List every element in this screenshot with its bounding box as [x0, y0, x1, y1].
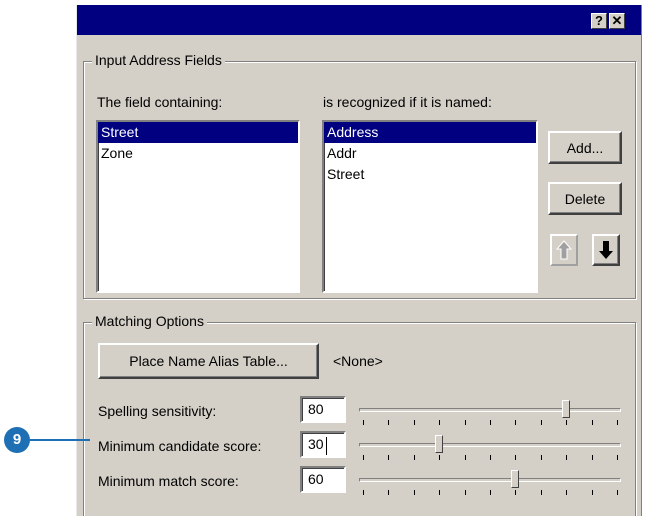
slider-tick [591, 490, 593, 495]
slider-tick [591, 420, 593, 425]
slider-tick [439, 420, 441, 425]
dialog-window: ? ✕ Input Address Fields The field conta… [76, 5, 642, 516]
text-caret [326, 437, 327, 455]
alias-item[interactable]: Addr [324, 143, 536, 164]
add-button[interactable]: Add... [548, 131, 622, 164]
slider-thumb[interactable] [435, 435, 444, 453]
spelling-sensitivity-label: Spelling sensitivity: [98, 403, 217, 419]
slider-track [359, 478, 621, 482]
input-address-fields-group: Input Address Fields The field containin… [83, 52, 636, 299]
slider-track [359, 443, 621, 447]
slider-tick [363, 490, 364, 495]
recognized-as-label: is recognized if it is named: [323, 94, 492, 110]
minimum-candidate-score-label: Minimum candidate score: [98, 438, 262, 454]
slider-thumb[interactable] [562, 400, 571, 418]
slider-tick [540, 490, 542, 495]
slider-tick [464, 420, 466, 425]
alias-table-value: <None> [333, 353, 383, 369]
field-containing-label: The field containing: [97, 94, 223, 110]
minimum-match-score-input[interactable]: 60 [300, 466, 346, 493]
slider-tick [439, 490, 441, 495]
slider-tick [617, 455, 618, 460]
slider-tick [388, 420, 390, 425]
slider-tick [515, 455, 517, 460]
help-button[interactable]: ? [591, 13, 607, 29]
slider-tick [591, 455, 593, 460]
slider-tick [413, 455, 415, 460]
slider-tick [566, 455, 568, 460]
spelling-sensitivity-input[interactable]: 80 [300, 396, 346, 423]
place-name-alias-table-button[interactable]: Place Name Alias Table... [98, 343, 319, 379]
slider-tick [363, 455, 364, 460]
slider-tick [490, 455, 491, 460]
minimum-candidate-score-slider[interactable] [359, 433, 621, 463]
up-arrow-icon [556, 240, 572, 260]
slider-tick [439, 455, 441, 460]
minimum-candidate-score-value: 30 [308, 436, 324, 452]
slider-track [359, 408, 621, 412]
slider-tick [363, 420, 364, 425]
slider-tick [490, 420, 491, 425]
slider-tick [617, 490, 618, 495]
down-arrow-icon [599, 241, 613, 259]
callout-leader-line [30, 439, 90, 441]
slider-tick [566, 490, 568, 495]
slider-tick [540, 455, 542, 460]
alias-item[interactable]: Street [324, 164, 536, 185]
slider-tick [617, 420, 618, 425]
alias-item[interactable]: Address [324, 122, 536, 143]
minimum-match-score-slider[interactable] [359, 468, 621, 498]
slider-tick [413, 490, 415, 495]
slider-tick [540, 420, 542, 425]
move-down-button[interactable] [592, 234, 620, 266]
slider-tick [464, 490, 466, 495]
title-bar: ? ✕ [77, 5, 641, 35]
field-item[interactable]: Street [98, 122, 298, 143]
minimum-match-score-label: Minimum match score: [98, 473, 239, 489]
matching-options-legend: Matching Options [92, 313, 207, 329]
slider-tick [515, 420, 517, 425]
spelling-sensitivity-slider[interactable] [359, 398, 621, 428]
slider-tick [388, 490, 390, 495]
slider-tick [490, 490, 491, 495]
matching-options-group: Matching Options Place Name Alias Table.… [83, 313, 636, 516]
field-listbox[interactable]: Street Zone [96, 120, 300, 293]
alias-listbox[interactable]: Address Addr Street [322, 120, 538, 293]
move-up-button[interactable] [550, 234, 578, 266]
delete-button[interactable]: Delete [548, 182, 622, 215]
minimum-candidate-score-input[interactable]: 30 [300, 431, 346, 458]
slider-tick [566, 420, 568, 425]
input-address-fields-legend: Input Address Fields [92, 52, 225, 68]
slider-tick [464, 455, 466, 460]
slider-tick [388, 455, 390, 460]
slider-tick [413, 420, 415, 425]
field-item[interactable]: Zone [98, 143, 298, 164]
close-button[interactable]: ✕ [609, 13, 625, 29]
slider-tick [515, 490, 517, 495]
slider-thumb[interactable] [511, 470, 520, 488]
step-callout-badge: 9 [4, 427, 30, 453]
